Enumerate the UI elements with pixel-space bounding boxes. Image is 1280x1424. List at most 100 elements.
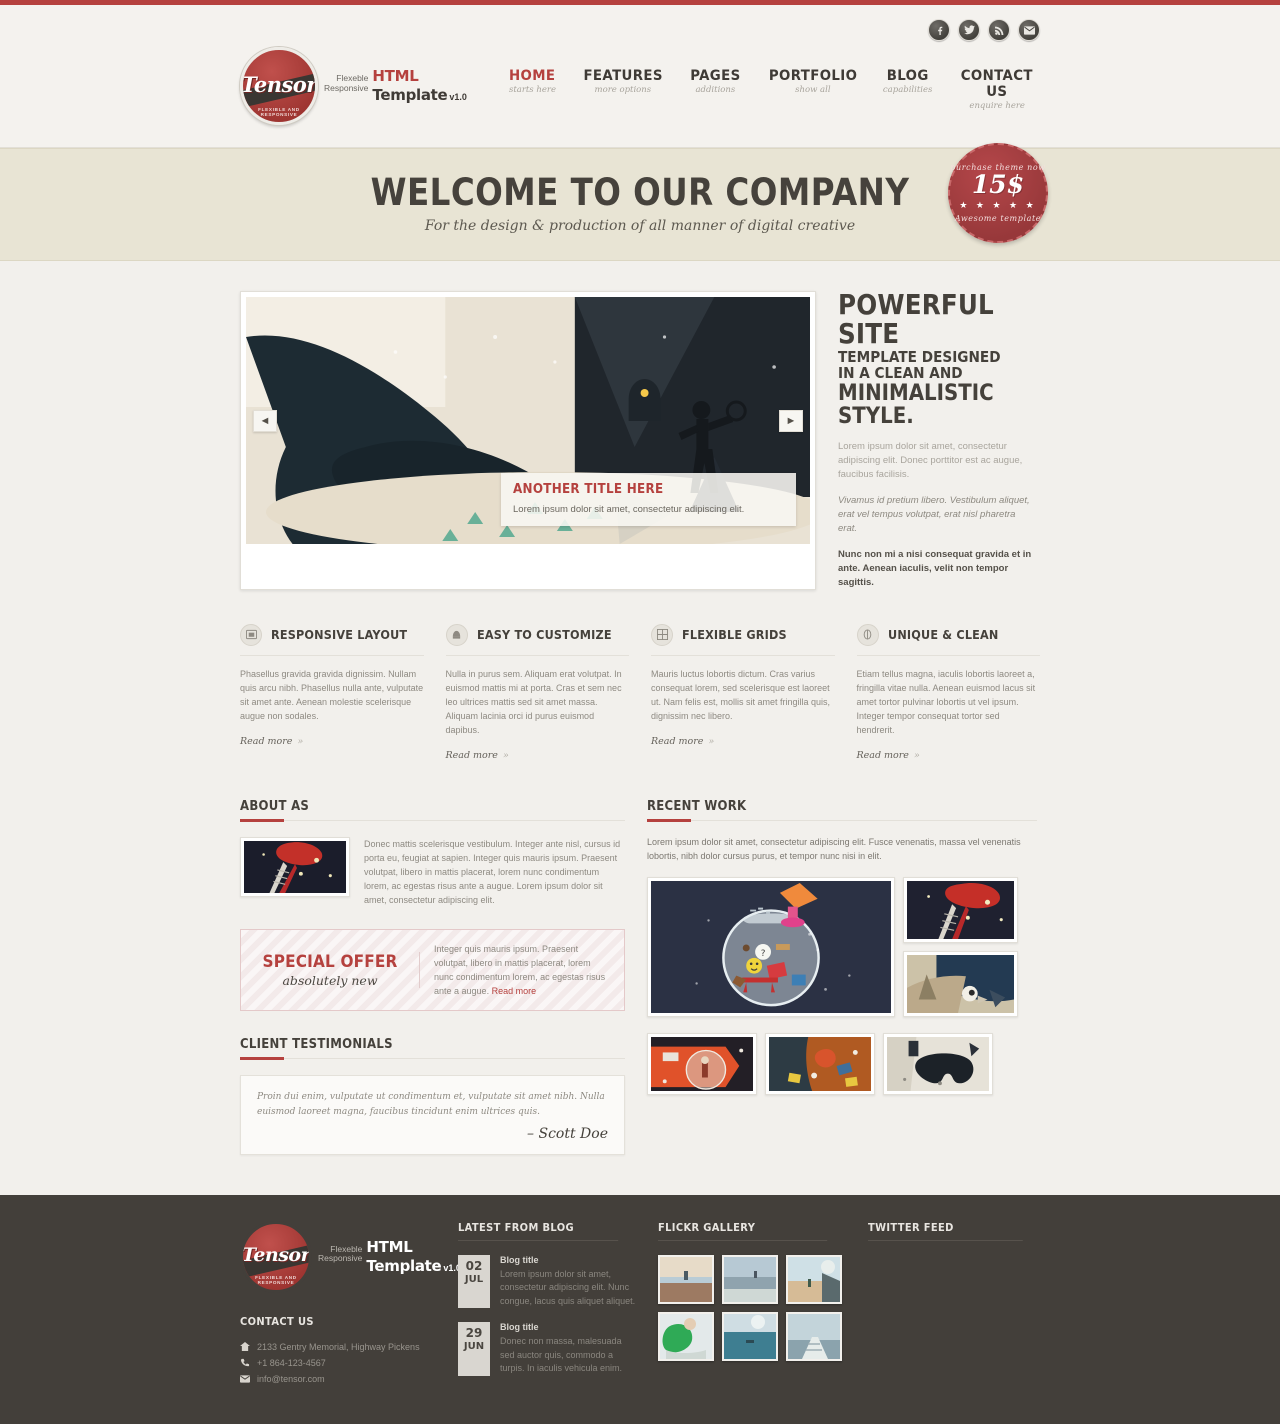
slide-caption-title: ANOTHER TITLE HERE [513, 482, 664, 497]
feature-text: Nulla in purus sem. Aliquam erat volutpa… [445, 668, 622, 735]
nav-label: PORTFOLIO [768, 67, 858, 84]
intro-line-1: POWERFUL SITE [838, 288, 994, 350]
footer-phone-text[interactable]: +1 864-123-4567 [257, 1358, 326, 1368]
about-section-header: ABOUT AS [240, 797, 625, 822]
badge-bottom-text: Awesome template [954, 214, 1042, 223]
portfolio-thumbnail[interactable] [765, 1032, 875, 1095]
feature-unique-and-clean: UNIQUE & CLEAN Etiam tellus magna, iacul… [856, 623, 1040, 763]
hero-slider: ANOTHER TITLE HERE Lorem ipsum dolor sit… [240, 291, 816, 590]
portfolio-thumbnail[interactable] [647, 1032, 757, 1095]
footer-twitter-title: TWITTER FEED [867, 1221, 1023, 1241]
nav-item-pages[interactable]: PAGES additions [688, 68, 743, 95]
portfolio-thumbnail[interactable]: ? [647, 876, 895, 1017]
twitter-icon[interactable] [958, 19, 980, 41]
footer-logo[interactable]: Tensor FLEXIBLE AND RESPONSIVE Flexeble … [240, 1220, 461, 1293]
facebook-icon[interactable] [928, 19, 950, 41]
brand-tagline-1: Flexeble [336, 73, 369, 83]
portfolio-thumbnail[interactable] [903, 876, 1018, 943]
footer-brand-column: Tensor FLEXIBLE AND RESPONSIVE Flexeble … [240, 1220, 461, 1390]
rss-icon[interactable] [988, 19, 1010, 41]
brand-html: HTML [372, 67, 419, 85]
email-icon [240, 1374, 250, 1383]
intro-para-1: Lorem ipsum dolor sit amet, consectetur … [838, 440, 1023, 480]
testimonial-author: – Scott Doe [527, 1125, 608, 1142]
grid-icon [651, 623, 673, 646]
welcome-banner: WELCOME TO OUR COMPANY For the design & … [0, 143, 1280, 261]
offer-read-more-link[interactable]: Read more [492, 986, 537, 996]
blog-excerpt: Lorem ipsum dolor sit amet, consectetur … [500, 1268, 636, 1306]
flickr-thumbnail[interactable] [658, 1311, 715, 1361]
slider-next-button[interactable]: ► [779, 410, 803, 432]
blog-list-item[interactable]: 29 JUN Blog title Donec non massa, males… [458, 1322, 636, 1376]
purchase-badge[interactable]: purchase theme now 15$ ★ ★ ★ ★ ★ Awesome… [948, 143, 1048, 243]
feature-responsive-layout: RESPONSIVE LAYOUT Phasellus gravida grav… [240, 623, 424, 763]
read-more-label: Read more [856, 749, 909, 761]
footer-email-text[interactable]: info@tensor.com [257, 1374, 325, 1384]
feature-title: EASY TO CUSTOMIZE [476, 627, 612, 643]
blog-excerpt: Donec non massa, malesuada sed auctor qu… [500, 1336, 623, 1374]
testimonials-title: CLIENT TESTIMONIALS [240, 1036, 393, 1052]
feature-title: FLEXIBLE GRIDS [682, 627, 787, 643]
feature-list: RESPONSIVE LAYOUT Phasellus gravida grav… [240, 623, 1040, 763]
feature-read-more[interactable]: Read more » [857, 750, 920, 761]
feature-read-more[interactable]: Read more » [446, 750, 509, 761]
home-icon [240, 1342, 250, 1352]
read-more-label: Read more [240, 735, 293, 747]
offer-subtitle: absolutely new [282, 972, 378, 988]
logo-word: Tensor [241, 71, 317, 97]
logo-subtitle: FLEXIBLE AND RESPONSIVE [255, 1274, 297, 1285]
slide-image: ANOTHER TITLE HERE Lorem ipsum dolor sit… [246, 297, 810, 544]
banner-subtitle: For the design & production of all manne… [424, 218, 856, 234]
flickr-thumbnail[interactable] [658, 1254, 715, 1304]
nav-item-portfolio[interactable]: PORTFOLIO show all [765, 68, 861, 95]
logo-badge-icon: Tensor FLEXIBLE AND RESPONSIVE [240, 47, 318, 125]
recent-work-gallery: ? [647, 876, 1037, 1095]
feature-flexible-grids: FLEXIBLE GRIDS Mauris luctus lobortis di… [651, 623, 835, 763]
nav-sublabel: show all [795, 84, 831, 95]
special-offer-box: SPECIAL OFFER absolutely new Integer qui… [240, 928, 625, 1011]
slider-prev-button[interactable]: ◄ [253, 410, 277, 432]
recent-work-title: RECENT WORK [647, 798, 747, 814]
nav-sublabel: additions [695, 84, 736, 95]
footer-phone: +1 864-123-4567 [240, 1358, 436, 1368]
feature-read-more[interactable]: Read more » [651, 736, 714, 747]
testimonials-section-header: CLIENT TESTIMONIALS [240, 1035, 625, 1060]
flickr-thumbnail[interactable] [722, 1254, 779, 1304]
nav-item-features[interactable]: FEATURES more options [580, 68, 666, 95]
slide-caption: ANOTHER TITLE HERE Lorem ipsum dolor sit… [501, 473, 796, 526]
feature-easy-to-customize: EASY TO CUSTOMIZE Nulla in purus sem. Al… [445, 623, 629, 763]
feature-read-more[interactable]: Read more » [240, 736, 303, 747]
footer-address: 2133 Gentry Memorial, Highway Pickens [240, 1342, 436, 1352]
chevron-right-icon: ► [785, 414, 797, 427]
slide-caption-text: Lorem ipsum dolor sit amet, consectetur … [513, 504, 745, 515]
blog-day: 29 [465, 1326, 483, 1341]
nav-item-blog[interactable]: BLOG capabilities [883, 68, 932, 95]
portfolio-thumbnail[interactable] [903, 950, 1018, 1017]
blog-date-badge: 02 JUL [458, 1254, 490, 1309]
intro-heading: POWERFUL SITE TEMPLATE DESIGNED IN A CLE… [838, 288, 1010, 428]
intro-para-2: Vivamus id pretium libero. Vestibulum al… [838, 494, 1030, 534]
nav-label: FEATURES [583, 67, 663, 84]
recent-work-section-header: RECENT WORK [647, 797, 1037, 822]
logo-badge-icon: Tensor FLEXIBLE AND RESPONSIVE [240, 1220, 312, 1293]
brand-html: HTML [366, 1237, 413, 1256]
portfolio-thumbnail[interactable] [883, 1032, 993, 1095]
nav-item-contact-us[interactable]: CONTACT US enquire here [954, 68, 1040, 111]
about-thumbnail[interactable] [240, 836, 350, 897]
brand-version: v1.0 [449, 92, 467, 102]
nav-item-home[interactable]: HOME starts here [507, 68, 557, 95]
flickr-thumbnail[interactable] [786, 1311, 843, 1361]
flickr-thumbnail[interactable] [786, 1254, 843, 1304]
recent-work-text: Lorem ipsum dolor sit amet, consectetur … [647, 836, 1021, 861]
flickr-thumbnail[interactable] [722, 1311, 779, 1361]
footer-email: info@tensor.com [240, 1374, 436, 1384]
footer-blog-column: LATEST FROM BLOG 02 JUL Blog title Lorem… [458, 1221, 636, 1390]
intro-line-2: TEMPLATE DESIGNED IN A CLEAN AND [838, 348, 1001, 382]
email-icon[interactable] [1018, 19, 1040, 41]
blog-list-item[interactable]: 02 JUL Blog title Lorem ipsum dolor sit … [458, 1254, 636, 1309]
nav-label: CONTACT US [961, 67, 1034, 100]
chevron-right-icon: » [910, 749, 920, 761]
brand-logo[interactable]: Tensor FLEXIBLE AND RESPONSIVE Flexeble … [240, 47, 507, 125]
blog-title: Blog title [500, 1254, 539, 1265]
blog-day: 02 [465, 1258, 483, 1273]
